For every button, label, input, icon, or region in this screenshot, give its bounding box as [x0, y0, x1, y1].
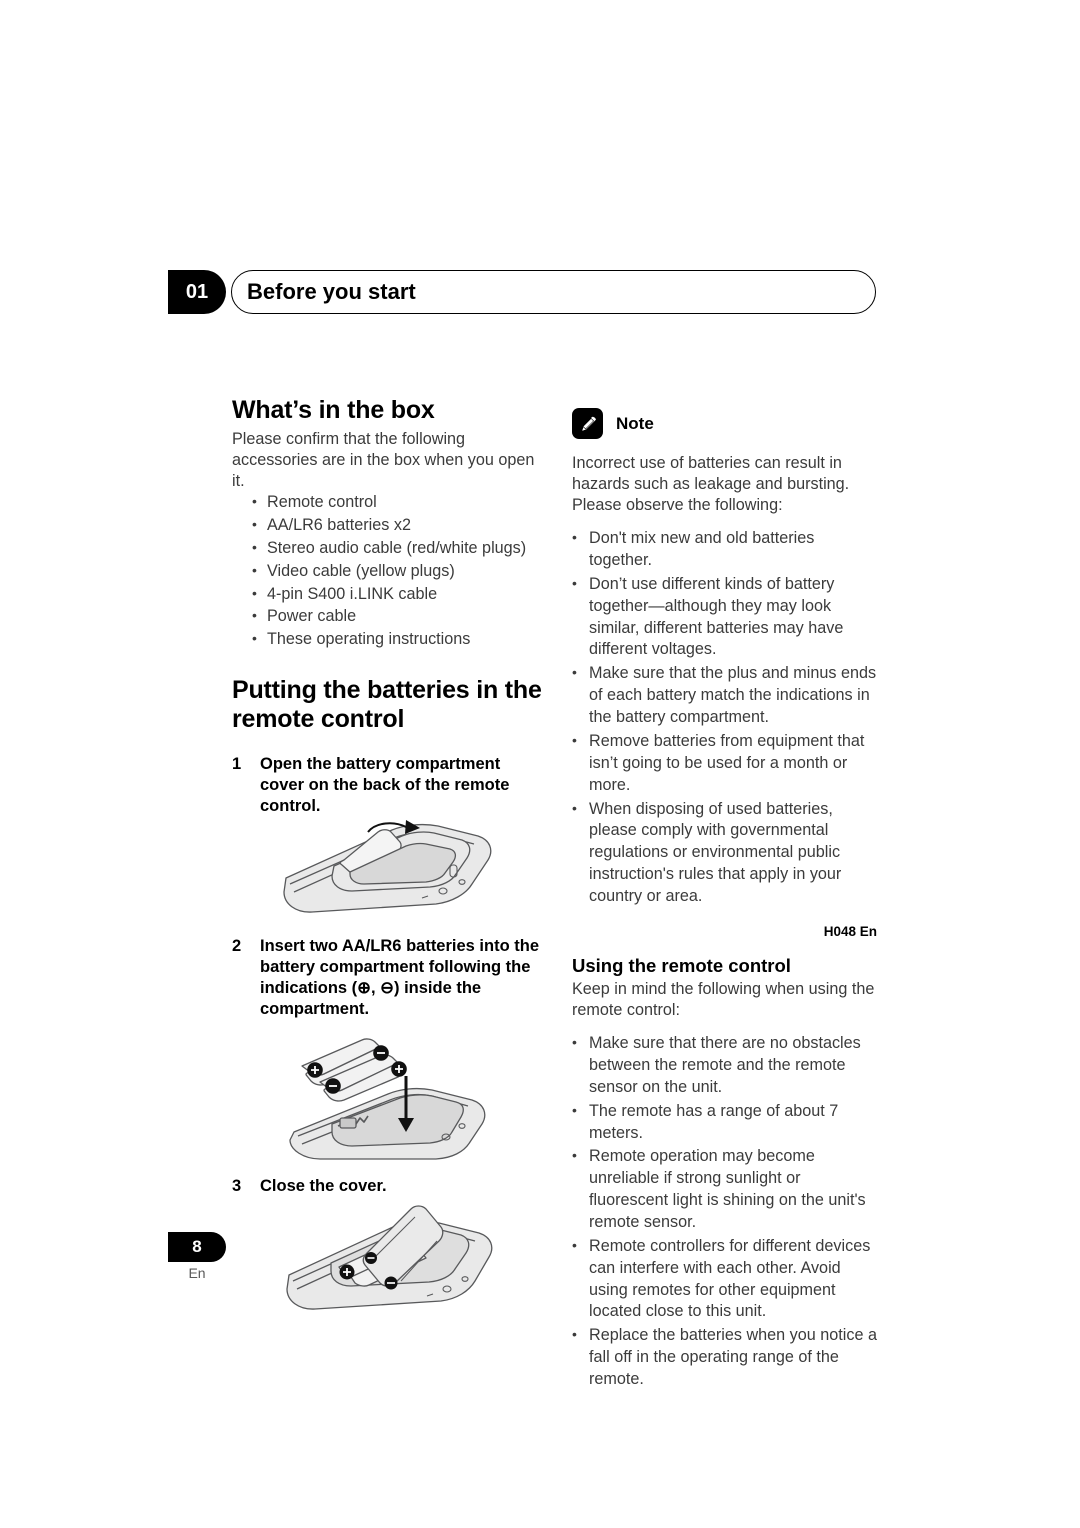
box-contents-list: Remote control AA/LR6 batteries x2 Stere… — [232, 492, 542, 651]
list-item: When disposing of used batteries, please… — [572, 799, 877, 908]
remote-cover-close-illustration — [285, 1205, 492, 1310]
note-intro: Incorrect use of batteries can result in… — [572, 454, 850, 515]
note-label: Note — [616, 413, 654, 433]
battery-steps-list: 1 Open the battery compartment cover on … — [232, 754, 542, 817]
list-item: Remove batteries from equipment that isn… — [572, 731, 877, 797]
left-column: What’s in the box Please confirm that th… — [232, 396, 542, 1315]
remote-cover-open-figure — [232, 818, 542, 916]
manual-page: 01 Before you start What’s in the box Pl… — [0, 0, 1080, 1528]
remote-batteries-insert-illustration — [288, 1038, 485, 1160]
list-item: Power cable — [232, 606, 542, 628]
note-list: Don't mix new and old batteries together… — [572, 528, 877, 908]
putting-batteries-title: Putting the batteries in the remote cont… — [232, 676, 542, 734]
step-3: 3 Close the cover. — [232, 1176, 542, 1197]
step-2-text: Insert two AA/LR6 batteries into the bat… — [260, 936, 540, 1018]
list-item: 4-pin S400 i.LINK cable — [232, 584, 542, 606]
list-item: The remote has a range of about 7 meters… — [572, 1101, 877, 1145]
using-remote-list: Make sure that there are no obstacles be… — [572, 1033, 877, 1391]
remote-batteries-insert-figure — [232, 1020, 542, 1160]
note-header: Note — [572, 408, 877, 439]
list-item: Stereo audio cable (red/white plugs) — [232, 538, 542, 560]
chapter-header: 01 Before you start — [168, 270, 876, 314]
page-footer: 8 En — [168, 1232, 288, 1281]
pencil-note-icon — [572, 408, 603, 439]
page-number: 8 — [168, 1232, 226, 1262]
step-2: 2 Insert two AA/LR6 batteries into the b… — [232, 936, 542, 1020]
battery-steps-list-2: 2 Insert two AA/LR6 batteries into the b… — [232, 936, 542, 1020]
whats-in-the-box-intro: Please confirm that the following access… — [232, 430, 535, 491]
list-item: Remote operation may become unreliable i… — [572, 1146, 877, 1233]
battery-steps-list-3: 3 Close the cover. — [232, 1176, 542, 1197]
step-3-text: Close the cover. — [260, 1176, 387, 1195]
step-2-number: 2 — [232, 936, 242, 955]
chapter-number-badge: 01 — [168, 270, 226, 314]
list-item: Video cable (yellow plugs) — [232, 561, 542, 583]
list-item: These operating instructions — [232, 629, 542, 651]
using-remote-intro: Keep in mind the following when using th… — [572, 979, 875, 1020]
remote-cover-open-illustration — [283, 819, 492, 913]
list-item: Make sure that the plus and minus ends o… — [572, 663, 877, 729]
chapter-title: Before you start — [247, 279, 416, 304]
list-item: Don’t use different kinds of battery tog… — [572, 574, 877, 661]
step-1-text: Open the battery compartment cover on th… — [260, 755, 510, 816]
right-column: Note Incorrect use of batteries can resu… — [572, 408, 877, 1393]
step-3-number: 3 — [232, 1176, 242, 1195]
list-item: Make sure that there are no obstacles be… — [572, 1033, 877, 1099]
whats-in-the-box-title: What’s in the box — [232, 396, 435, 424]
step-1-number: 1 — [232, 755, 242, 774]
using-remote-title: Using the remote control — [572, 954, 791, 976]
list-item: Remote controllers for different devices… — [572, 1236, 877, 1323]
note-document-code: H048 En — [823, 923, 877, 939]
page-language-code: En — [188, 1265, 206, 1281]
pencil-glyph — [581, 416, 596, 431]
step-1: 1 Open the battery compartment cover on … — [232, 754, 542, 817]
list-item: AA/LR6 batteries x2 — [232, 515, 542, 537]
list-item: Remote control — [232, 492, 542, 514]
list-item: Replace the batteries when you notice a … — [572, 1325, 877, 1391]
list-item: Don't mix new and old batteries together… — [572, 528, 877, 572]
